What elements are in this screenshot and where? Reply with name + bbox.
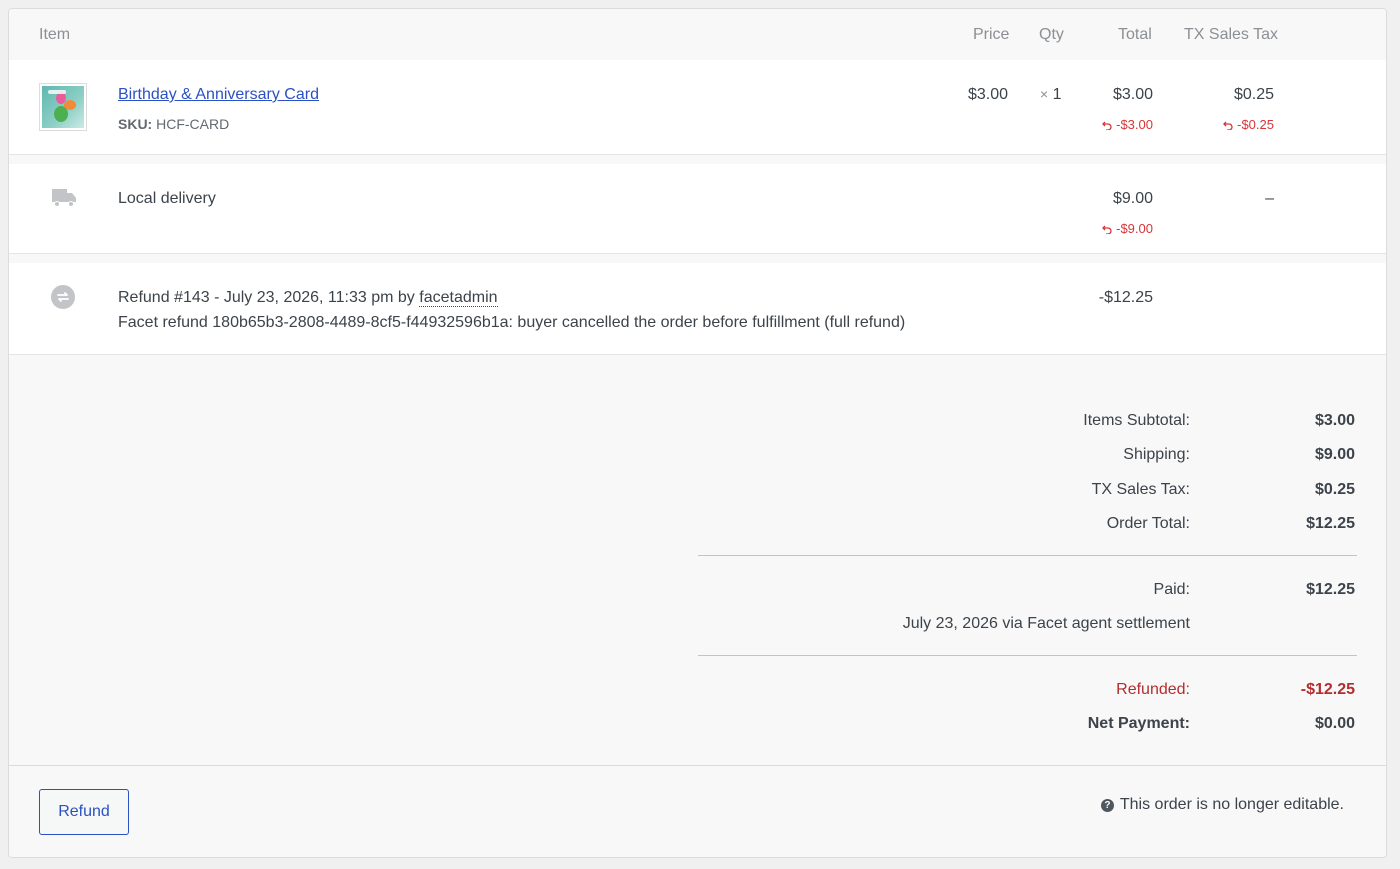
item-price: $3.00 [967, 86, 1008, 103]
product-name-link[interactable]: Birthday & Anniversary Card [118, 86, 319, 104]
paid-note: July 23, 2026 via Facet agent settlement [902, 615, 1190, 632]
qty-value: 1 [1052, 86, 1062, 103]
refund-button[interactable]: Refund [39, 789, 129, 835]
truck-icon [52, 189, 76, 207]
items-table-header: Item Price Qty Total TX Sales Tax [9, 9, 1386, 60]
totals-divider [698, 555, 1357, 556]
order-total-value: $12.25 [1306, 515, 1355, 532]
product-thumbnail[interactable] [39, 83, 87, 131]
item-total-refunded: -$3.00 [1102, 117, 1153, 132]
refund-arrow-icon [1223, 121, 1233, 130]
tax-label: TX Sales Tax: [1091, 481, 1190, 498]
refund-title-text: Refund #143 - July 23, 2026, 11:33 pm by [118, 289, 415, 306]
not-editable-notice: ? This order is no longer editable. [1100, 796, 1344, 814]
product-sku: SKU: HCF-CARD [118, 116, 229, 132]
item-tax: $0.25 [1233, 86, 1274, 103]
item-total: $3.00 [1112, 86, 1153, 103]
column-tax: TX Sales Tax [1184, 26, 1278, 43]
qty-multiplier: × [1040, 86, 1049, 102]
order-total-label: Order Total: [1106, 515, 1190, 532]
refund-arrow-icon [1102, 121, 1112, 130]
column-item: Item [39, 26, 71, 43]
net-payment-value: $0.00 [1314, 715, 1355, 732]
sku-value: HCF-CARD [156, 116, 230, 132]
item-qty: × 1 [1040, 86, 1062, 104]
items-subtotal-label: Items Subtotal: [1083, 412, 1190, 429]
tax-value: $0.25 [1314, 481, 1355, 498]
refund-arrow-icon [1102, 225, 1112, 234]
refund-amount: -$12.25 [1098, 289, 1153, 306]
help-icon[interactable]: ? [1100, 799, 1114, 812]
shipping-row: Local delivery $9.00 -$9.00 – [9, 164, 1386, 254]
items-subtotal-value: $3.00 [1314, 412, 1355, 429]
paid-divider [698, 655, 1357, 656]
refund-icon [51, 285, 75, 309]
shipping-value: $9.00 [1314, 446, 1355, 463]
shipping-label: Shipping: [1123, 446, 1190, 463]
net-payment-label: Net Payment: [1087, 715, 1190, 732]
sku-label: SKU: [118, 116, 153, 132]
paid-value: $12.25 [1306, 581, 1355, 598]
column-total: Total [1118, 26, 1152, 43]
refunded-label: Refunded: [1116, 681, 1190, 698]
column-qty: Qty [1039, 26, 1064, 43]
refund-by-user: facetadmin [419, 289, 498, 307]
not-editable-text: This order is no longer editable. [1119, 796, 1344, 813]
refund-title: Refund #143 - July 23, 2026, 11:33 pm by… [118, 289, 498, 307]
refund-row: Refund #143 - July 23, 2026, 11:33 pm by… [9, 263, 1386, 355]
shipping-method-name: Local delivery [118, 190, 216, 207]
refunded-value: -$12.25 [1300, 681, 1355, 698]
column-price: Price [973, 26, 1010, 43]
shipping-total: $9.00 [1112, 190, 1153, 207]
order-items-panel: Item Price Qty Total TX Sales Tax Birthd… [8, 8, 1387, 858]
shipping-tax: – [1265, 190, 1274, 207]
paid-label: Paid: [1153, 581, 1190, 598]
refund-note: Facet refund 180b65b3-2808-4489-8cf5-f44… [118, 314, 906, 331]
shipping-total-refunded: -$9.00 [1102, 221, 1153, 236]
line-item-row: Birthday & Anniversary Card SKU: HCF-CAR… [9, 60, 1386, 155]
item-tax-refunded: -$0.25 [1223, 117, 1274, 132]
order-actions-footer: Refund ? This order is no longer editable… [9, 765, 1386, 857]
